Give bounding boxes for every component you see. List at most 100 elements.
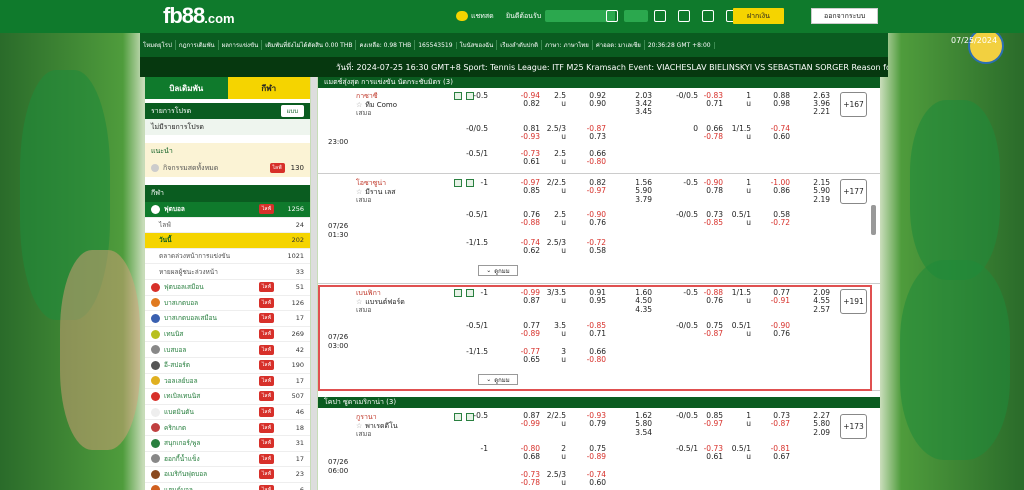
odds-cell[interactable]: 3.45 bbox=[622, 107, 652, 117]
lightning-icon[interactable] bbox=[654, 10, 666, 22]
odds-cell[interactable]: -0.97 bbox=[576, 186, 606, 196]
odds-cell[interactable]: 2.09 bbox=[800, 428, 830, 438]
favorite-star-icon[interactable]: ☆ bbox=[356, 422, 362, 430]
home-team[interactable]: เบนฟิกา bbox=[356, 289, 405, 298]
nav-item-2[interactable]: ผลการแข่งขัน bbox=[219, 40, 263, 50]
favorite-star-icon[interactable]: ☆ bbox=[356, 298, 362, 306]
favorites-toggle-button[interactable]: แบบ bbox=[280, 105, 304, 117]
sidebar-sport-0[interactable]: ฟุตบอลเสมือน ไลฟ์ 51 bbox=[145, 280, 310, 296]
show-more-button[interactable]: ⌄ ดูกมม bbox=[478, 374, 518, 385]
sidebar-sport-10[interactable]: สนุกเกอร์/พูล ไลฟ์ 31 bbox=[145, 436, 310, 452]
odds-cell[interactable]: 0.71 bbox=[693, 99, 723, 109]
nav-item-9[interactable]: ค่าออด: มาเลเซีย bbox=[593, 40, 645, 50]
nav-item-4[interactable]: คงเหลือ: 0.98 THB bbox=[356, 40, 416, 50]
odds-cell[interactable]: 3.79 bbox=[622, 195, 652, 205]
sidebar-subitem-0[interactable]: ไลฟ์ 24 bbox=[145, 218, 310, 234]
sidebar-subitem-2[interactable]: ตลาดล่วงหน้าการแข่งขัน 1021 bbox=[145, 249, 310, 265]
sidebar-sport-4[interactable]: เบสบอล ไลฟ์ 42 bbox=[145, 342, 310, 358]
odds-cell[interactable]: 3.54 bbox=[622, 428, 652, 438]
odds-cell[interactable]: -0.72 bbox=[760, 218, 790, 228]
nav-item-0[interactable]: โหมดยุโรป bbox=[140, 40, 176, 50]
show-more-button[interactable]: ⌄ ดูกมม bbox=[478, 265, 518, 276]
more-markets-button[interactable]: +167 bbox=[840, 92, 867, 117]
odds-cell[interactable]: 0.61 bbox=[693, 452, 723, 462]
odds-cell[interactable]: 0.71 bbox=[576, 329, 606, 339]
sport-count: 17 bbox=[295, 376, 304, 385]
sidebar-item-football[interactable]: ฟุตบอล ไลฟ์ 1256 bbox=[145, 202, 310, 218]
odds-cell[interactable]: 0.76 bbox=[693, 296, 723, 306]
main-scrollbar[interactable] bbox=[871, 205, 876, 235]
odds-cell[interactable]: 0.79 bbox=[576, 419, 606, 429]
odds-cell[interactable]: 0.76 bbox=[760, 329, 790, 339]
favorite-star-icon[interactable]: ☆ bbox=[356, 188, 362, 196]
sidebar-sport-3[interactable]: เทนนิส ไลฟ์ 269 bbox=[145, 327, 310, 343]
odds-cell[interactable]: 0.67 bbox=[760, 452, 790, 462]
nav-item-10[interactable]: 20:36:28 GMT +8:00 bbox=[645, 41, 715, 49]
away-team[interactable]: ☆ พาเรดดีโน bbox=[356, 422, 398, 431]
odds-cell[interactable]: 0.98 bbox=[760, 99, 790, 109]
home-team[interactable]: โอซาซูน่า bbox=[356, 179, 396, 188]
odds-cell[interactable]: -0.87 bbox=[693, 329, 723, 339]
more-markets-button[interactable]: +177 bbox=[840, 179, 867, 204]
home-team[interactable]: กูรานา bbox=[356, 413, 398, 422]
sidebar-sport-8[interactable]: แบดมินตัน ไลฟ์ 46 bbox=[145, 405, 310, 421]
more-markets-button[interactable]: +191 bbox=[840, 289, 867, 314]
odds-cell[interactable]: 0.58 bbox=[576, 246, 606, 256]
nav-item-8[interactable]: ภาษา: ภาษาไทย bbox=[542, 40, 593, 50]
live-chat-link[interactable]: แชทสด bbox=[456, 8, 494, 24]
odds-cell[interactable]: -0.80 bbox=[576, 157, 606, 167]
more-markets-button[interactable]: +173 bbox=[840, 414, 867, 439]
odds-cell[interactable]: 0.73 bbox=[576, 132, 606, 142]
odds-cell[interactable]: -0.97 bbox=[693, 419, 723, 429]
profile-icon[interactable] bbox=[702, 10, 714, 22]
odds-cell[interactable]: 2.19 bbox=[800, 195, 830, 205]
tab-bet-slip[interactable]: บิลเดิมพัน bbox=[145, 77, 228, 99]
odds-cell[interactable]: 0.90 bbox=[576, 99, 606, 109]
nav-item-5[interactable]: 165543519 bbox=[415, 41, 457, 49]
odds-cell[interactable]: -0.78 bbox=[693, 132, 723, 142]
sidebar-sport-12[interactable]: อเมริกันฟุตบอล ไลฟ์ 23 bbox=[145, 467, 310, 483]
site-logo[interactable]: fb88.com bbox=[163, 3, 235, 29]
wallet-icon[interactable] bbox=[606, 10, 618, 22]
popular-live-link[interactable]: กิจกรรมสดทั้งหมด ไลฟ์ 130 bbox=[145, 159, 310, 177]
away-team[interactable]: ☆ แบรนต์ฟอร์ด bbox=[356, 298, 405, 307]
odds-cell[interactable]: 0.78 bbox=[693, 186, 723, 196]
sidebar-sport-9[interactable]: คริกเกต ไลฟ์ 18 bbox=[145, 420, 310, 436]
nav-item-7[interactable]: เรียงลำดับปกติ bbox=[497, 40, 542, 50]
sidebar-subitem-3[interactable]: หายผลผู้ชนะล่วงหน้า 33 bbox=[145, 264, 310, 280]
logout-button[interactable]: ออกจากระบบ bbox=[811, 8, 879, 24]
odds-cell[interactable]: -0.87 bbox=[760, 419, 790, 429]
tab-sports[interactable]: กีฬา bbox=[227, 77, 310, 99]
sidebar-sport-6[interactable]: วอลเลย์บอล ไลฟ์ 17 bbox=[145, 374, 310, 390]
favorite-star-icon[interactable]: ☆ bbox=[356, 101, 362, 109]
away-team[interactable]: ☆ มีราน เลส bbox=[356, 188, 396, 197]
odds-cell[interactable]: 0.60 bbox=[760, 132, 790, 142]
away-team[interactable]: ☆ ทีม Como bbox=[356, 101, 397, 110]
sidebar-sport-5[interactable]: อี-สปอร์ต ไลฟ์ 190 bbox=[145, 358, 310, 374]
odds-cell[interactable]: 2.21 bbox=[800, 107, 830, 117]
sidebar-subitem-1[interactable]: วันนี้ 202 bbox=[145, 233, 310, 249]
odds-cell[interactable]: 0.86 bbox=[760, 186, 790, 196]
odds-cell[interactable]: 0.60 bbox=[576, 478, 606, 488]
away-team-name: พาเรดดีโน bbox=[365, 421, 398, 430]
sidebar-sport-11[interactable]: ฮอกกี้น้ำแข็ง ไลฟ์ 17 bbox=[145, 452, 310, 468]
nav-item-3[interactable]: เดิมพันที่ยังไม่ได้ตัดสิน 0.00 THB bbox=[262, 40, 357, 50]
odds-cell[interactable]: 0.76 bbox=[576, 218, 606, 228]
odds-cell[interactable]: 0.95 bbox=[576, 296, 606, 306]
nav-item-6[interactable]: โบนัสของฉัน bbox=[457, 40, 498, 50]
sidebar-sport-13[interactable]: แฮนด์บอล ไลฟ์ 6 bbox=[145, 483, 310, 490]
odds-cell[interactable]: -0.80 bbox=[576, 355, 606, 365]
odds-cell[interactable]: -0.85 bbox=[693, 218, 723, 228]
home-team[interactable]: กาซาซี bbox=[356, 92, 397, 101]
sidebar-sport-7[interactable]: เทเบิลเทนนิส ไลฟ์ 507 bbox=[145, 389, 310, 405]
deposit-button[interactable]: ฝากเงิน bbox=[733, 8, 784, 24]
sidebar-sport-1[interactable]: บาสเกตบอล ไลฟ์ 126 bbox=[145, 296, 310, 312]
nav-item-1[interactable]: กฎการเดิมพัน bbox=[176, 40, 219, 50]
sidebar-scrollbar[interactable] bbox=[311, 77, 317, 490]
vip-icon[interactable] bbox=[678, 10, 690, 22]
odds-cell[interactable]: 4.35 bbox=[622, 305, 652, 315]
odds-cell[interactable]: -0.91 bbox=[760, 296, 790, 306]
sidebar-sport-2[interactable]: บาสเกตบอลเสมือน ไลฟ์ 17 bbox=[145, 311, 310, 327]
odds-cell[interactable]: 2.57 bbox=[800, 305, 830, 315]
odds-cell[interactable]: -0.89 bbox=[576, 452, 606, 462]
